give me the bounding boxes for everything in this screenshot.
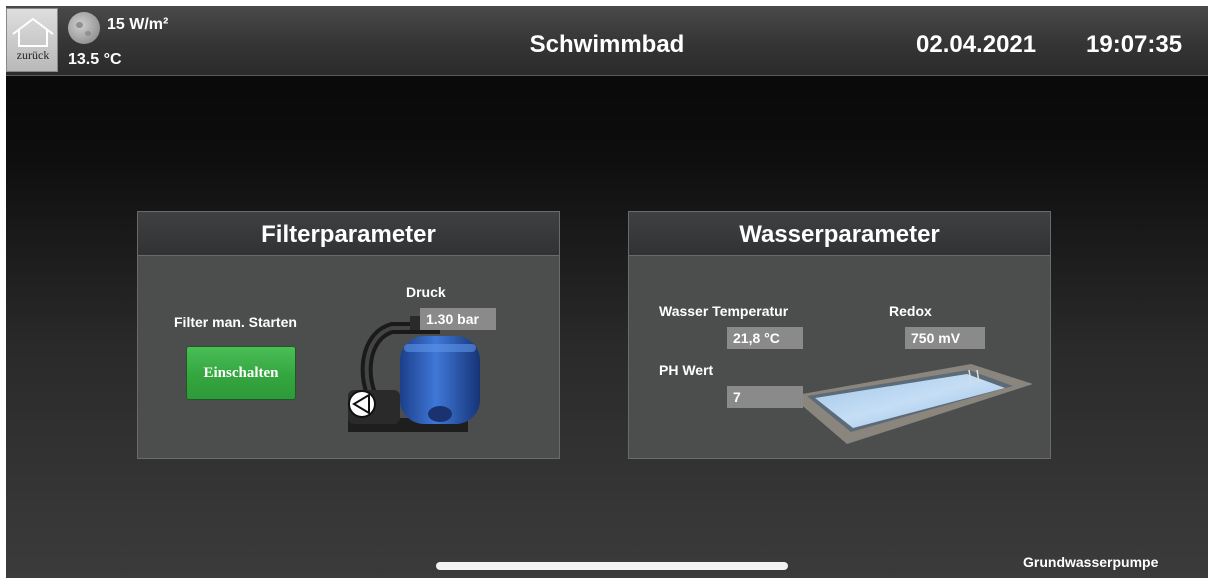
- water-panel-title: Wasserparameter: [629, 212, 1050, 256]
- home-indicator[interactable]: [436, 562, 788, 570]
- date-display: 02.04.2021: [916, 31, 1037, 58]
- filter-panel: Filterparameter Filter man. Starten Eins…: [137, 211, 560, 459]
- pool-image: [791, 364, 1033, 444]
- ph-value: 7: [727, 386, 803, 408]
- time-display: 19:07:35: [1086, 31, 1183, 58]
- pressure-label: Druck: [406, 284, 446, 300]
- water-panel: Wasserparameter Wasser Temperatur 21,8 °…: [628, 211, 1051, 459]
- water-temperature-value: 21,8 °C: [727, 327, 803, 349]
- filter-panel-title: Filterparameter: [138, 212, 559, 256]
- app-screen: zurück 15 W/m² 13.5 °C Schwimmbad 02.04.…: [6, 6, 1208, 578]
- pressure-value: 1.30 bar: [420, 308, 496, 330]
- redox-value: 750 mV: [905, 327, 985, 349]
- groundwater-pump-link[interactable]: Grundwasserpumpe: [1023, 554, 1158, 570]
- switch-on-button[interactable]: Einschalten: [186, 346, 296, 400]
- water-temperature-label: Wasser Temperatur: [659, 303, 789, 319]
- manual-start-label: Filter man. Starten: [174, 314, 297, 330]
- redox-label: Redox: [889, 303, 932, 319]
- header-bar: zurück 15 W/m² 13.5 °C Schwimmbad 02.04.…: [6, 6, 1208, 76]
- ph-label: PH Wert: [659, 362, 714, 378]
